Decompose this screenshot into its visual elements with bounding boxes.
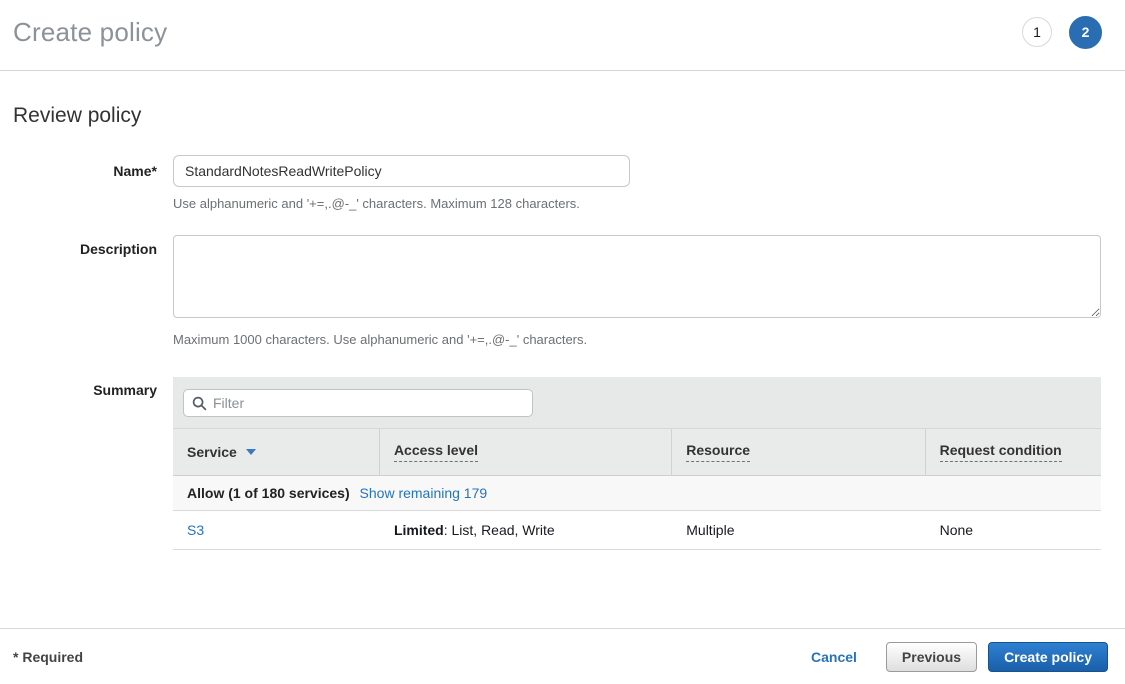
description-row: Description Maximum 1000 characters. Use… [0, 235, 1101, 347]
s3-service-link[interactable]: S3 [187, 522, 204, 538]
table-row: S3 Limited: List, Read, Write Multiple N… [173, 511, 1101, 550]
summary-table-header: Service Access level Resource Request co… [173, 428, 1101, 476]
summary-table: Service Access level Resource Request co… [173, 377, 1101, 550]
review-form: Name* Use alphanumeric and '+=,.@-_' cha… [0, 155, 1125, 550]
service-cell: S3 [173, 511, 380, 549]
description-field-area: Maximum 1000 characters. Use alphanumeri… [173, 235, 1101, 347]
description-help-text: Maximum 1000 characters. Use alphanumeri… [173, 332, 1101, 347]
allow-group-text: Allow (1 of 180 services) [187, 485, 350, 501]
resource-cell: Multiple [672, 511, 925, 549]
footer-actions: Cancel Previous Create policy [811, 642, 1108, 672]
create-policy-page: Create policy 1 2 Review policy Name* Us… [0, 0, 1125, 684]
filter-input[interactable] [213, 395, 524, 411]
section-heading: Review policy [13, 104, 1125, 128]
summary-label: Summary [0, 377, 157, 550]
wizard-steps: 1 2 [1022, 16, 1102, 49]
summary-table-toolbar [173, 377, 1101, 428]
policy-description-textarea[interactable] [173, 235, 1101, 318]
required-note: * Required [13, 649, 83, 665]
footer-bar: * Required Cancel Previous Create policy [0, 628, 1125, 684]
policy-name-input[interactable] [173, 155, 630, 187]
step-1-indicator[interactable]: 1 [1022, 17, 1052, 47]
page-title: Create policy [13, 17, 167, 48]
column-header-resource[interactable]: Resource [672, 429, 925, 475]
step-2-indicator[interactable]: 2 [1069, 16, 1102, 49]
column-header-service[interactable]: Service [173, 429, 380, 475]
summary-row: Summary Service [0, 377, 1101, 550]
create-policy-button[interactable]: Create policy [988, 642, 1108, 672]
filter-box[interactable] [183, 389, 533, 417]
cancel-button[interactable]: Cancel [811, 649, 857, 665]
top-bar: Create policy 1 2 [0, 0, 1125, 71]
name-field-area: Use alphanumeric and '+=,.@-_' character… [173, 155, 1101, 211]
name-help-text: Use alphanumeric and '+=,.@-_' character… [173, 196, 1101, 211]
request-condition-cell: None [926, 511, 1101, 549]
request-condition-column-label: Request condition [940, 442, 1062, 462]
access-level-rest: : List, Read, Write [444, 522, 555, 538]
column-header-access-level[interactable]: Access level [380, 429, 672, 475]
description-label: Description [0, 235, 157, 347]
resource-column-label: Resource [686, 442, 750, 462]
access-level-cell: Limited: List, Read, Write [380, 511, 672, 549]
show-remaining-link[interactable]: Show remaining 179 [360, 485, 488, 501]
access-level-bold: Limited [394, 522, 444, 538]
name-row: Name* Use alphanumeric and '+=,.@-_' cha… [0, 155, 1101, 211]
allow-group-row: Allow (1 of 180 services) Show remaining… [173, 476, 1101, 511]
name-label: Name* [0, 155, 157, 211]
access-level-column-label: Access level [394, 442, 478, 462]
previous-button[interactable]: Previous [886, 642, 977, 672]
service-column-label: Service [187, 444, 237, 460]
search-icon [192, 396, 207, 411]
column-header-request-condition[interactable]: Request condition [926, 429, 1101, 475]
sort-descending-icon [246, 449, 256, 455]
